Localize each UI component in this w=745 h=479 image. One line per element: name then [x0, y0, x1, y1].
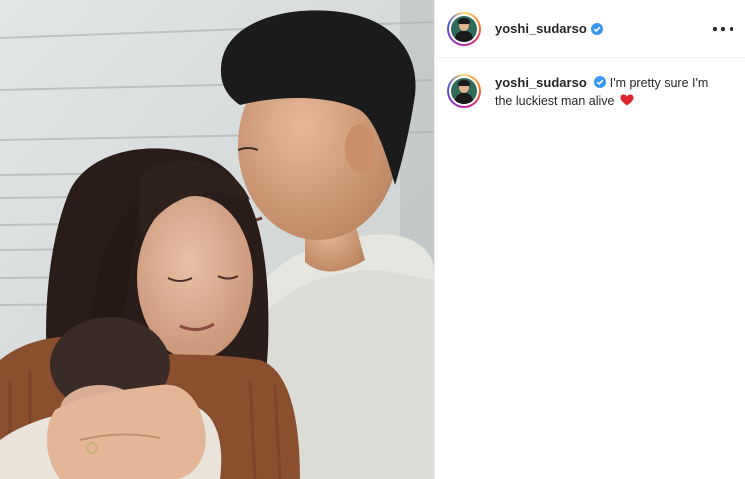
caption-username[interactable]: yoshi_sudarso: [495, 75, 587, 90]
caption-line-1: I'm pretty sure I'm: [609, 76, 709, 90]
caption-author-avatar[interactable]: [447, 74, 481, 108]
caption-text: yoshi_sudarso I'm pretty sure I'm the lu…: [495, 74, 725, 110]
caption-comment: yoshi_sudarso I'm pretty sure I'm the lu…: [435, 58, 745, 110]
more-options-icon[interactable]: [713, 19, 733, 39]
avatar-image: [451, 15, 477, 42]
author-avatar[interactable]: [447, 11, 481, 46]
post-header: yoshi_sudarso: [435, 0, 745, 58]
post-photo[interactable]: [0, 0, 434, 479]
avatar-image: [451, 78, 477, 104]
verified-badge-icon: [590, 22, 603, 35]
post-image: [0, 0, 434, 479]
caption-line-2: the luckiest man alive: [495, 94, 615, 108]
post-details-panel: yoshi_sudarso yoshi_sudarso I'm pretty s…: [434, 0, 745, 479]
verified-badge-icon: [594, 76, 607, 88]
author-username[interactable]: yoshi_sudarso: [495, 21, 587, 36]
red-heart-icon: [620, 94, 634, 106]
